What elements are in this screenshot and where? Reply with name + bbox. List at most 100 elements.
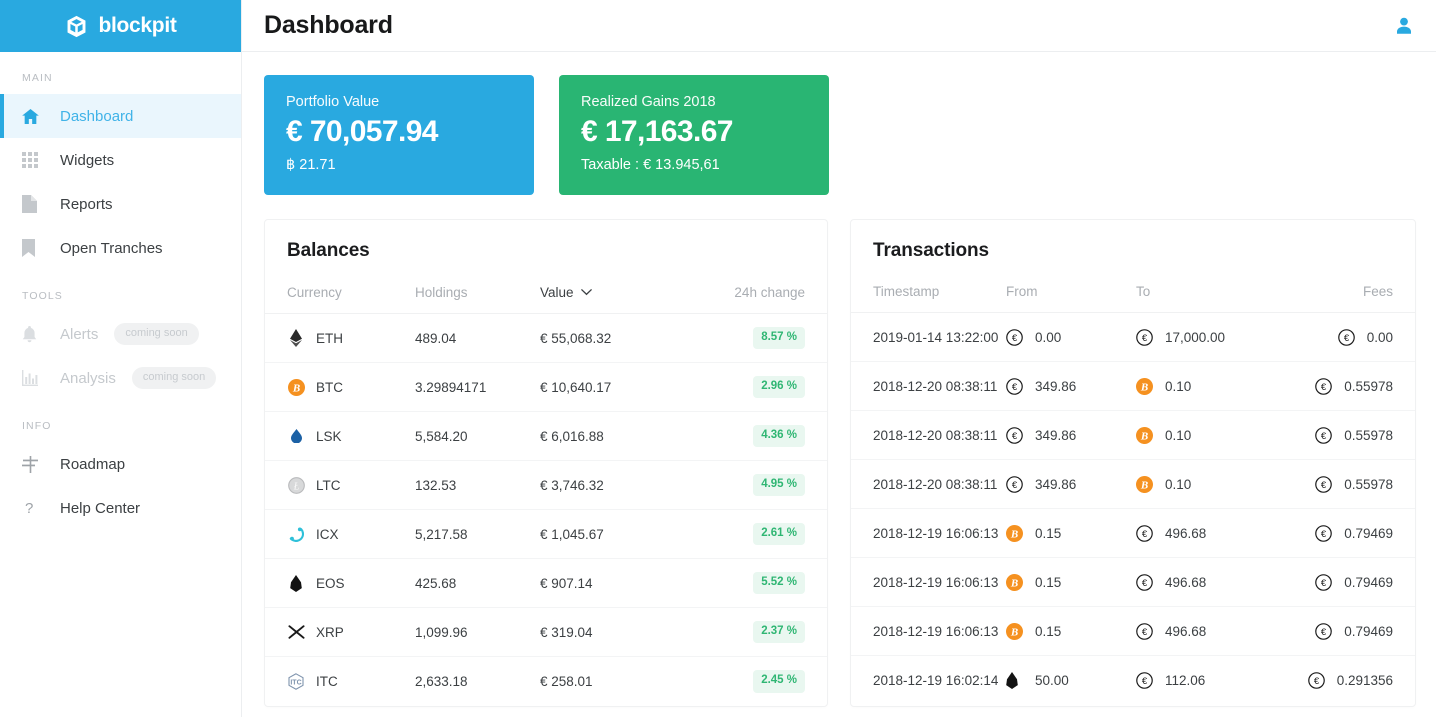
bookmark-icon xyxy=(22,238,44,258)
table-row[interactable]: ETH 489.04 € 55,068.32 8.57 % xyxy=(265,313,827,363)
cell-timestamp: 2018-12-20 08:38:11 xyxy=(851,410,1006,460)
sidebar-item-help-center[interactable]: ? Help Center xyxy=(0,486,241,530)
cell-timestamp: 2019-01-14 13:22:00 xyxy=(851,312,1006,362)
column-header-from[interactable]: From xyxy=(1006,262,1136,313)
cell-currency: ICX xyxy=(265,509,415,559)
sidebar-item-reports[interactable]: Reports xyxy=(0,182,241,226)
cell-24h-change: 8.57 % xyxy=(707,313,827,363)
amount: 0.10 xyxy=(1165,378,1192,394)
eur-icon: € xyxy=(1006,426,1023,444)
amount: 349.86 xyxy=(1035,427,1077,443)
svg-text:€: € xyxy=(1012,333,1018,344)
table-row[interactable]: 2018-12-19 16:02:14 50.00 €112.06 €0.291… xyxy=(851,656,1415,705)
eur-icon: € xyxy=(1307,671,1325,689)
table-row[interactable]: 2019-01-14 13:22:00 €0.00 €17,000.00 €0.… xyxy=(851,312,1415,362)
cell-currency: Ł LTC xyxy=(265,460,415,510)
stat-card-realized-gains[interactable]: Realized Gains 2018 € 17,163.67 Taxable … xyxy=(559,75,829,195)
sidebar-item-dashboard[interactable]: Dashboard xyxy=(0,94,241,138)
svg-text:ITC: ITC xyxy=(290,679,301,686)
amount: 112.06 xyxy=(1165,672,1206,688)
table-row[interactable]: 2018-12-19 16:06:13 B 0.15 €496.68 €0.794… xyxy=(851,606,1415,656)
svg-text:€: € xyxy=(1321,578,1327,589)
column-header-to[interactable]: To xyxy=(1136,262,1275,313)
amount: 17,000.00 xyxy=(1165,329,1226,345)
table-row[interactable]: ITC ITC 2,633.18 € 258.01 2.45 % xyxy=(265,657,827,706)
btc-icon: B xyxy=(1136,377,1153,395)
column-header-24h-change[interactable]: 24h change xyxy=(707,262,827,314)
sidebar-section-main-label: MAIN xyxy=(22,72,53,84)
amount: 0.00 xyxy=(1366,329,1393,345)
change-badge: 8.57 % xyxy=(753,326,805,350)
svg-text:€: € xyxy=(1321,431,1327,442)
amount: 496.68 xyxy=(1165,574,1207,590)
table-row[interactable]: ICX 5,217.58 € 1,045.67 2.61 % xyxy=(265,509,827,559)
column-header-holdings[interactable]: Holdings xyxy=(415,262,540,314)
eur-icon: € xyxy=(1315,524,1332,542)
amount: 0.10 xyxy=(1165,427,1192,443)
brand-logo[interactable]: blockpit xyxy=(0,0,241,52)
sidebar-item-alerts[interactable]: Alerts coming soon xyxy=(0,312,241,356)
column-header-value[interactable]: Value xyxy=(540,262,707,314)
column-header-timestamp[interactable]: Timestamp xyxy=(851,262,1006,313)
table-row[interactable]: LSK 5,584.20 € 6,016.88 4.36 % xyxy=(265,411,827,461)
cell-timestamp: 2018-12-19 16:06:13 xyxy=(851,606,1006,656)
balances-table-body: ETH 489.04 € 55,068.32 8.57 % B BTC 3.298… xyxy=(265,313,827,706)
eur-icon: € xyxy=(1136,573,1153,591)
table-row[interactable]: XRP 1,099.96 € 319.04 2.37 % xyxy=(265,607,827,657)
cell-currency: LSK xyxy=(265,411,415,461)
cell-to: B 0.10 xyxy=(1136,361,1275,411)
svg-text:€: € xyxy=(1314,676,1320,687)
stat-label: Portfolio Value xyxy=(286,94,380,110)
document-icon xyxy=(22,194,44,214)
table-row[interactable]: B BTC 3.29894171 € 10,640.17 2.96 % xyxy=(265,362,827,412)
app-root: blockpit MAIN Dashboard Widgets Reports … xyxy=(0,0,1436,717)
sidebar-item-roadmap[interactable]: Roadmap xyxy=(0,442,241,486)
bar-chart-icon xyxy=(22,368,44,388)
table-row[interactable]: 2018-12-20 08:38:11 €349.86 B 0.10 €0.559… xyxy=(851,410,1415,460)
svg-text:B: B xyxy=(1140,381,1148,393)
svg-text:B: B xyxy=(291,382,299,394)
amount: 0.15 xyxy=(1035,623,1062,639)
currency-code: BTC xyxy=(316,379,343,395)
sidebar-section-info-label: INFO xyxy=(22,420,52,432)
cell-24h-change: 4.36 % xyxy=(707,411,827,461)
stat-card-portfolio-value[interactable]: Portfolio Value € 70,057.94 ฿ 21.71 xyxy=(264,75,534,195)
cell-to: €17,000.00 xyxy=(1136,312,1275,362)
table-row[interactable]: EOS 425.68 € 907.14 5.52 % xyxy=(265,558,827,608)
xrp-icon xyxy=(287,623,305,641)
cell-currency: B BTC xyxy=(265,362,415,412)
svg-text:€: € xyxy=(1012,431,1018,442)
table-row[interactable]: 2018-12-20 08:38:11 €349.86 B 0.10 €0.559… xyxy=(851,459,1415,509)
cell-holdings: 3.29894171 xyxy=(415,362,540,412)
cell-value: € 55,068.32 xyxy=(540,313,707,363)
sidebar-item-label: Open Tranches xyxy=(60,239,163,257)
btc-icon: B xyxy=(1006,524,1023,542)
sidebar-item-widgets[interactable]: Widgets xyxy=(0,138,241,182)
btc-icon: B xyxy=(1006,622,1023,640)
cell-holdings: 132.53 xyxy=(415,460,540,510)
table-row[interactable]: 2018-12-19 16:06:13 B 0.15 €496.68 €0.794… xyxy=(851,508,1415,558)
cell-value: € 907.14 xyxy=(540,558,707,608)
cell-currency: ETH xyxy=(265,313,415,363)
cell-currency: XRP xyxy=(265,607,415,657)
currency-code: LTC xyxy=(316,477,341,493)
stat-value: € 70,057.94 xyxy=(286,115,438,148)
cell-fees: €0.55978 xyxy=(1275,459,1415,509)
svg-text:€: € xyxy=(1012,382,1018,393)
sidebar-item-open-tranches[interactable]: Open Tranches xyxy=(0,226,241,270)
table-row[interactable]: Ł LTC 132.53 € 3,746.32 4.95 % xyxy=(265,460,827,510)
cell-timestamp: 2018-12-19 16:06:13 xyxy=(851,508,1006,558)
column-header-fees[interactable]: Fees xyxy=(1275,262,1415,313)
sidebar-item-analysis[interactable]: Analysis coming soon xyxy=(0,356,241,400)
cell-value: € 6,016.88 xyxy=(540,411,707,461)
column-header-currency[interactable]: Currency xyxy=(265,262,415,314)
svg-text:€: € xyxy=(1321,480,1327,491)
table-row[interactable]: 2018-12-19 16:06:13 B 0.15 €496.68 €0.794… xyxy=(851,557,1415,607)
sidebar-item-label: Alerts xyxy=(60,325,99,343)
svg-text:€: € xyxy=(1142,676,1148,687)
stat-sub: Taxable : € 13.945,61 xyxy=(581,157,720,173)
user-avatar-icon[interactable] xyxy=(1394,16,1414,36)
cell-fees: €0.79469 xyxy=(1275,557,1415,607)
eur-icon: € xyxy=(1315,622,1332,640)
table-row[interactable]: 2018-12-20 08:38:11 €349.86 B 0.10 €0.559… xyxy=(851,361,1415,411)
